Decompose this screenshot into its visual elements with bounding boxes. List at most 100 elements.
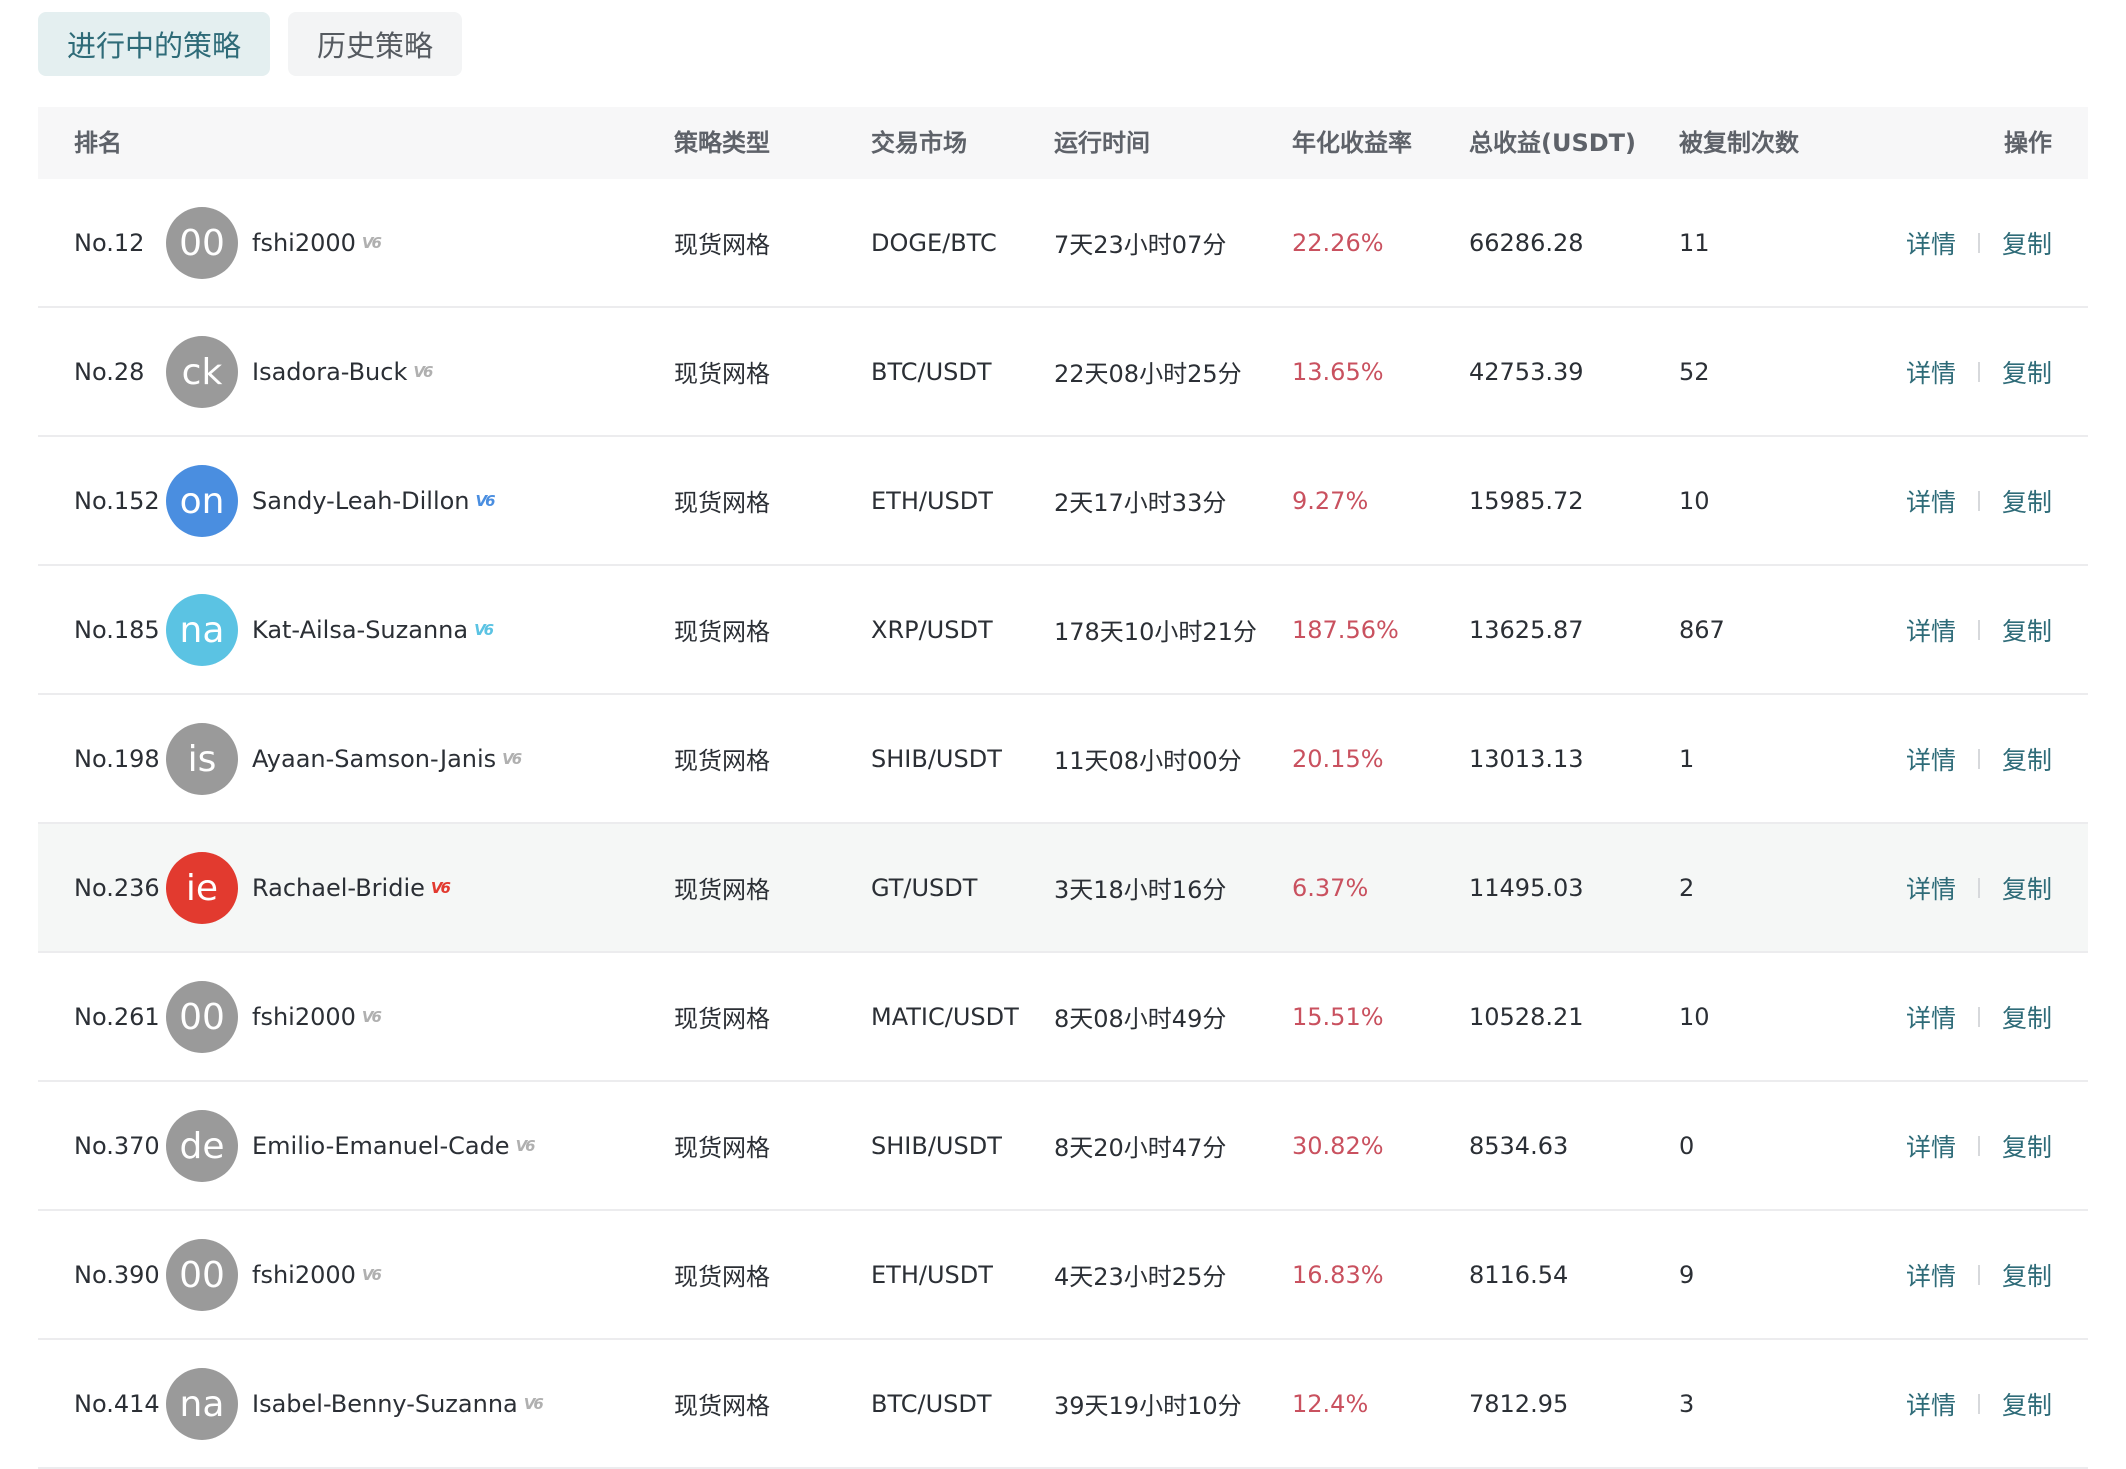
username[interactable]: Emilio-Emanuel-Cade	[252, 1132, 510, 1160]
total-profit: 8116.54	[1469, 1260, 1569, 1289]
copy-link[interactable]: 复制	[2002, 225, 2052, 261]
avatar[interactable]: na	[166, 594, 238, 666]
strategy-table: 排名 策略类型 交易市场 运行时间 年化收益率 总收益(USDT) 被复制次数 …	[38, 107, 2088, 1469]
avatar[interactable]: na	[166, 1368, 238, 1440]
detail-link[interactable]: 详情	[1906, 870, 1956, 906]
username[interactable]: fshi2000	[252, 229, 356, 257]
header-total-profit: 总收益(USDT)	[1469, 129, 1637, 157]
annual-return-rate: 15.51%	[1292, 1002, 1384, 1031]
copy-link[interactable]: 复制	[2002, 483, 2052, 519]
trading-market: ETH/USDT	[871, 486, 993, 515]
avatar[interactable]: 00	[166, 981, 238, 1053]
username[interactable]: Kat-Ailsa-Suzanna	[252, 616, 468, 644]
trading-market: MATIC/USDT	[871, 1002, 1019, 1031]
runtime: 3天18小时16分	[1054, 876, 1227, 904]
avatar[interactable]: 00	[166, 207, 238, 279]
detail-link[interactable]: 详情	[1906, 483, 1956, 519]
table-row: No.198 is Ayaan-Samson-Janis V6 现货网格 SHIB…	[38, 695, 2088, 824]
username-cell: Rachael-Bridie V6	[252, 824, 451, 951]
copy-count: 10	[1679, 486, 1710, 515]
table-row: No.185 na Kat-Ailsa-Suzanna V6 现货网格 XRP/U…	[38, 566, 2088, 695]
copy-link[interactable]: 复制	[2002, 741, 2052, 777]
copy-link[interactable]: 复制	[2002, 1128, 2052, 1164]
detail-link[interactable]: 详情	[1906, 225, 1956, 261]
username[interactable]: Rachael-Bridie	[252, 874, 425, 902]
row-actions: 详情 复制	[1906, 1340, 2052, 1467]
username[interactable]: Isabel-Benny-Suzanna	[252, 1390, 518, 1418]
copy-link[interactable]: 复制	[2002, 612, 2052, 648]
username[interactable]: Isadora-Buck	[252, 358, 407, 386]
strategy-type: 现货网格	[674, 747, 770, 775]
avatar[interactable]: de	[166, 1110, 238, 1182]
row-actions: 详情 复制	[1906, 824, 2052, 951]
runtime: 4天23小时25分	[1054, 1263, 1227, 1291]
copy-count: 10	[1679, 1002, 1710, 1031]
runtime: 22天08小时25分	[1054, 360, 1242, 388]
trading-market: DOGE/BTC	[871, 228, 997, 257]
rank-number: No.390	[74, 1260, 160, 1289]
username[interactable]: Ayaan-Samson-Janis	[252, 745, 496, 773]
avatar[interactable]: is	[166, 723, 238, 795]
copy-count: 1	[1679, 744, 1695, 773]
table-row: No.12 00 fshi2000 V6 现货网格 DOGE/BTC 7天23小时…	[38, 179, 2088, 308]
tab-history-strategies[interactable]: 历史策略	[288, 12, 462, 76]
avatar[interactable]: 00	[166, 1239, 238, 1311]
avatar[interactable]: on	[166, 465, 238, 537]
username[interactable]: Sandy-Leah-Dillon	[252, 487, 470, 515]
strategy-type: 现货网格	[674, 1005, 770, 1033]
annual-return-rate: 22.26%	[1292, 228, 1384, 257]
username-cell: Isabel-Benny-Suzanna V6	[252, 1340, 544, 1467]
username-cell: Sandy-Leah-Dillon V6	[252, 437, 496, 564]
header-runtime: 运行时间	[1054, 129, 1150, 157]
runtime: 8天08小时49分	[1054, 1005, 1227, 1033]
detail-link[interactable]: 详情	[1906, 1128, 1956, 1164]
detail-link[interactable]: 详情	[1906, 999, 1956, 1035]
action-divider	[1977, 1264, 1980, 1285]
action-divider	[1977, 1393, 1980, 1414]
copy-link[interactable]: 复制	[2002, 1386, 2052, 1422]
trading-market: XRP/USDT	[871, 615, 993, 644]
username-cell: Ayaan-Samson-Janis V6	[252, 695, 522, 822]
rank-number: No.261	[74, 1002, 160, 1031]
username[interactable]: fshi2000	[252, 1003, 356, 1031]
username[interactable]: fshi2000	[252, 1261, 356, 1289]
annual-return-rate: 6.37%	[1292, 873, 1369, 902]
avatar[interactable]: ck	[166, 336, 238, 408]
trading-market: SHIB/USDT	[871, 744, 1002, 773]
detail-link[interactable]: 详情	[1906, 612, 1956, 648]
detail-link[interactable]: 详情	[1906, 741, 1956, 777]
vip-badge-icon: V6	[413, 362, 433, 381]
strategy-type: 现货网格	[674, 876, 770, 904]
table-row: No.28 ck Isadora-Buck V6 现货网格 BTC/USDT 22…	[38, 308, 2088, 437]
copy-link[interactable]: 复制	[2002, 1257, 2052, 1293]
total-profit: 10528.21	[1469, 1002, 1584, 1031]
strategy-type: 现货网格	[674, 489, 770, 517]
action-divider	[1977, 748, 1980, 769]
avatar[interactable]: ie	[166, 852, 238, 924]
rank-number: No.370	[74, 1131, 160, 1160]
vip-badge-icon: V6	[361, 233, 382, 252]
action-divider	[1977, 877, 1980, 898]
rank-number: No.236	[74, 873, 160, 902]
copy-count: 2	[1679, 873, 1695, 902]
strategy-type: 现货网格	[674, 231, 770, 259]
total-profit: 8534.63	[1469, 1131, 1569, 1160]
vip-badge-icon: V6	[430, 878, 451, 897]
action-divider	[1977, 1135, 1980, 1156]
detail-link[interactable]: 详情	[1906, 1257, 1956, 1293]
tab-running-strategies[interactable]: 进行中的策略	[38, 12, 270, 76]
copy-link[interactable]: 复制	[2002, 870, 2052, 906]
strategy-type: 现货网格	[674, 1134, 770, 1162]
detail-link[interactable]: 详情	[1906, 1386, 1956, 1422]
rank-number: No.28	[74, 357, 145, 386]
rank-number: No.198	[74, 744, 160, 773]
detail-link[interactable]: 详情	[1906, 354, 1956, 390]
trading-market: BTC/USDT	[871, 1389, 992, 1418]
copy-link[interactable]: 复制	[2002, 999, 2052, 1035]
total-profit: 7812.95	[1469, 1389, 1569, 1418]
username-cell: Emilio-Emanuel-Cade V6	[252, 1082, 536, 1209]
action-divider	[1977, 361, 1980, 382]
runtime: 8天20小时47分	[1054, 1134, 1227, 1162]
copy-link[interactable]: 复制	[2002, 354, 2052, 390]
runtime: 2天17小时33分	[1054, 489, 1227, 517]
